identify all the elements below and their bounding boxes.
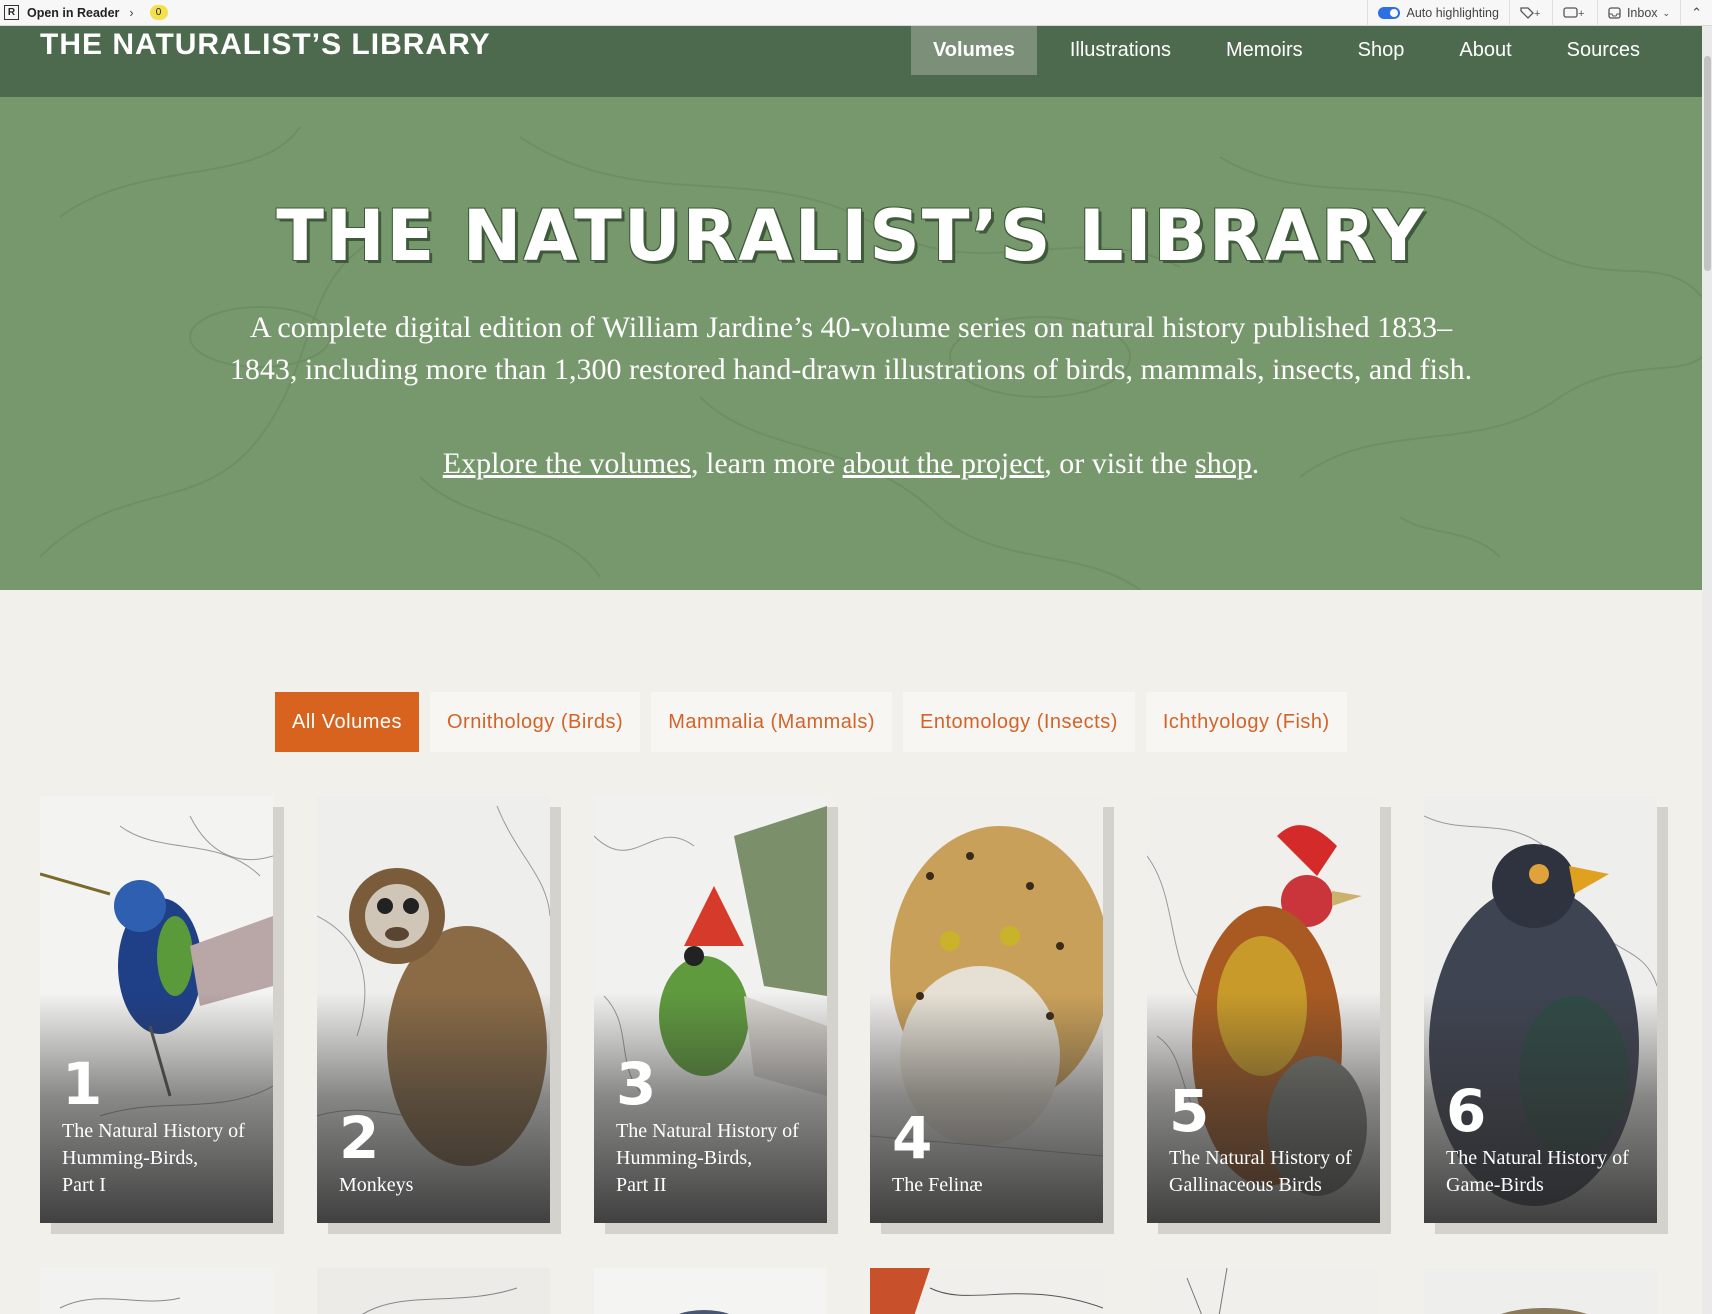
volume-number: 1 bbox=[62, 1050, 103, 1118]
hero-links-text-1: , learn more bbox=[691, 447, 843, 480]
comment-plus-icon: + bbox=[1563, 7, 1584, 20]
toggle-switch-icon[interactable] bbox=[1377, 7, 1400, 19]
chevron-right-icon[interactable]: › bbox=[129, 6, 133, 20]
collapse-button[interactable]: ⌃ bbox=[1680, 0, 1712, 26]
volume-title: The Natural History of Gallinaceous Birds bbox=[1169, 1145, 1369, 1199]
reader-toolbar: R Open in Reader › 0 Auto highlighting +… bbox=[0, 0, 1712, 26]
volume-title: The Natural History of Humming-Birds, Part… bbox=[616, 1118, 816, 1199]
volume-title-line: The Natural History of bbox=[1446, 1147, 1629, 1169]
volume-card-partial[interactable] bbox=[594, 1268, 827, 1314]
nav-link-illustrations[interactable]: Illustrations bbox=[1048, 26, 1193, 75]
volume-card-6[interactable]: 6 The Natural History of Game-Birds bbox=[1424, 796, 1657, 1223]
hero-description: A complete digital edition of William Ja… bbox=[229, 311, 1473, 386]
filter-ornithology[interactable]: Ornithology (Birds) bbox=[430, 692, 641, 752]
volume-title-line: The Natural History of bbox=[616, 1120, 799, 1142]
card-illustration-partial bbox=[317, 1268, 550, 1314]
volume-card-partial[interactable] bbox=[1147, 1268, 1380, 1314]
inbox-dropdown[interactable]: Inbox ⌄ bbox=[1596, 0, 1680, 26]
add-note-button[interactable]: + bbox=[1551, 0, 1597, 26]
volume-title-line: Humming-Birds, bbox=[616, 1147, 753, 1169]
auto-highlighting-label: Auto highlighting bbox=[1406, 6, 1499, 20]
filter-entomology[interactable]: Entomology (Insects) bbox=[903, 692, 1135, 752]
volume-card-4[interactable]: 4 The Felinæ bbox=[870, 796, 1103, 1223]
inbox-icon bbox=[1608, 7, 1621, 19]
site-brand[interactable]: THE NATURALIST’S LIBRARY bbox=[40, 28, 491, 62]
volume-title-line: The Felinæ bbox=[892, 1174, 983, 1196]
nav-link-about[interactable]: About bbox=[1437, 26, 1533, 75]
card-illustration-partial bbox=[1424, 1268, 1657, 1314]
filter-mammalia[interactable]: Mammalia (Mammals) bbox=[651, 692, 893, 752]
volume-title: The Felinæ bbox=[892, 1172, 1092, 1199]
volume-card-partial[interactable] bbox=[317, 1268, 550, 1314]
chevron-up-icon: ⌃ bbox=[1691, 5, 1702, 20]
svg-text:+: + bbox=[1578, 8, 1584, 20]
volume-title: The Natural History of Game-Birds bbox=[1446, 1145, 1646, 1199]
volume-title-line: Gallinaceous Birds bbox=[1169, 1174, 1322, 1196]
nav-link-shop[interactable]: Shop bbox=[1336, 26, 1427, 75]
reader-logo-icon: R bbox=[4, 5, 19, 20]
volume-card-3[interactable]: 3 The Natural History of Humming-Birds, Pa… bbox=[594, 796, 827, 1223]
nav-link-sources[interactable]: Sources bbox=[1545, 26, 1662, 75]
hero-links: Explore the volumes, learn more about th… bbox=[0, 447, 1702, 481]
nav-link-volumes[interactable]: Volumes bbox=[910, 26, 1037, 75]
volume-card-2[interactable]: 2 Monkeys bbox=[317, 796, 550, 1223]
hero-banner: THE NATURALIST’S LIBRARY A complete digi… bbox=[0, 97, 1702, 590]
volume-card-5[interactable]: 5 The Natural History of Gallinaceous Bir… bbox=[1147, 796, 1380, 1223]
inbox-label: Inbox bbox=[1626, 6, 1658, 20]
volume-number: 4 bbox=[892, 1104, 933, 1172]
volume-title: Monkeys bbox=[339, 1172, 539, 1199]
chevron-down-icon: ⌄ bbox=[1662, 7, 1671, 18]
hero-links-text-3: . bbox=[1251, 447, 1260, 480]
scrollbar-thumb[interactable] bbox=[1704, 56, 1711, 271]
svg-text:+: + bbox=[1534, 8, 1540, 20]
volume-title-line: Game-Birds bbox=[1446, 1174, 1544, 1196]
highlight-count-badge: 0 bbox=[149, 5, 168, 20]
add-tag-button[interactable]: + bbox=[1508, 0, 1552, 26]
volume-number: 2 bbox=[339, 1104, 380, 1172]
volume-title-line: The Natural History of bbox=[1169, 1147, 1352, 1169]
volume-card-1[interactable]: 1 The Natural History of Humming-Birds, Pa… bbox=[40, 796, 273, 1223]
volume-number: 6 bbox=[1446, 1077, 1487, 1145]
volume-title-line: Part II bbox=[616, 1174, 667, 1196]
volume-title-line: The Natural History of bbox=[62, 1120, 245, 1142]
hero-links-text-2: , or visit the bbox=[1044, 447, 1196, 480]
shop-link[interactable]: shop bbox=[1195, 447, 1252, 480]
main-nav: Volumes Illustrations Memoirs Shop About… bbox=[900, 26, 1662, 75]
volume-title-line: Monkeys bbox=[339, 1174, 414, 1196]
volume-card-partial[interactable] bbox=[40, 1268, 273, 1314]
tag-plus-icon: + bbox=[1520, 7, 1540, 20]
explore-volumes-link[interactable]: Explore the volumes bbox=[443, 447, 691, 480]
volume-filters: All Volumes Ornithology (Birds) Mammalia… bbox=[275, 692, 1358, 752]
site-header: THE NATURALIST’S LIBRARY Volumes Illustr… bbox=[0, 26, 1702, 97]
volume-number: 5 bbox=[1169, 1077, 1210, 1145]
filter-all-volumes[interactable]: All Volumes bbox=[275, 692, 419, 752]
card-illustration-partial bbox=[594, 1268, 827, 1314]
volume-number: 3 bbox=[616, 1050, 657, 1118]
card-illustration-partial bbox=[1147, 1268, 1380, 1314]
open-in-reader-link[interactable]: Open in Reader bbox=[27, 6, 119, 20]
volume-card-partial[interactable] bbox=[870, 1268, 1103, 1314]
about-project-link[interactable]: about the project bbox=[843, 447, 1045, 480]
hero-title: THE NATURALIST’S LIBRARY bbox=[276, 195, 1426, 277]
auto-highlighting-toggle[interactable]: Auto highlighting bbox=[1366, 0, 1509, 26]
filter-ichthyology[interactable]: Ichthyology (Fish) bbox=[1145, 692, 1347, 752]
volume-card-partial[interactable] bbox=[1424, 1268, 1657, 1314]
nav-link-memoirs[interactable]: Memoirs bbox=[1204, 26, 1325, 75]
volume-title-line: Humming-Birds, bbox=[62, 1147, 199, 1169]
page-scrollbar[interactable] bbox=[1702, 26, 1712, 1314]
volume-title: The Natural History of Humming-Birds, Part… bbox=[62, 1118, 262, 1199]
card-illustration-partial bbox=[870, 1268, 1103, 1314]
volume-title-line: Part I bbox=[62, 1174, 106, 1196]
card-illustration-partial bbox=[40, 1268, 273, 1314]
